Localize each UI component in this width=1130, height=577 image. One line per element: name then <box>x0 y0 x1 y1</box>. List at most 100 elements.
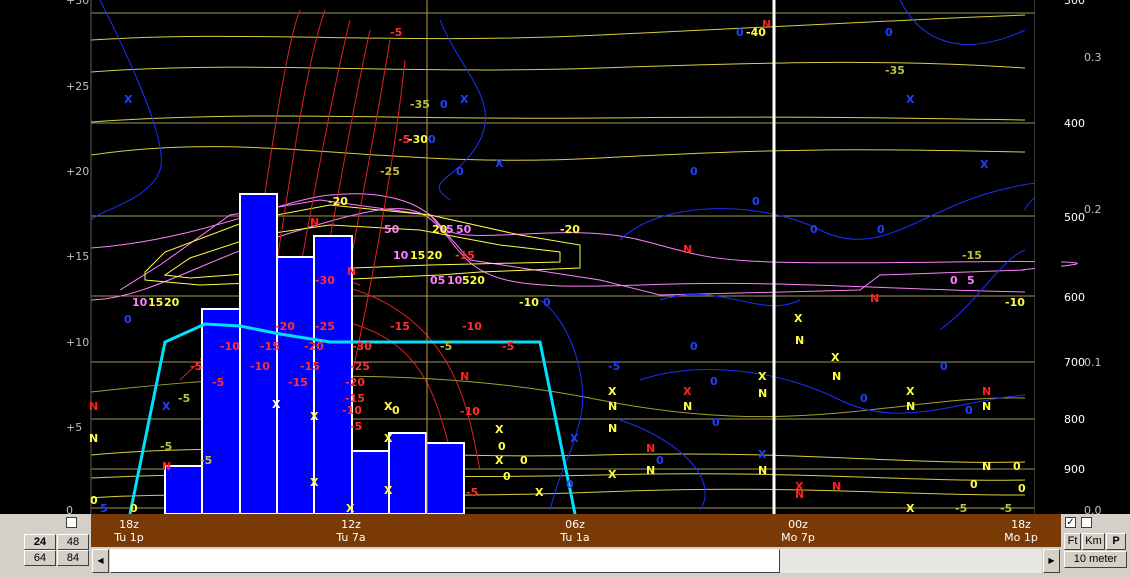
pressure-button[interactable]: P <box>1106 533 1126 550</box>
secondary-axis-tick: 0.2 <box>1084 203 1102 216</box>
svg-text:N: N <box>832 370 841 383</box>
pressure-tick: 500 <box>1064 211 1085 224</box>
svg-text:X: X <box>495 157 504 170</box>
svg-text:X: X <box>608 385 617 398</box>
svg-text:-25: -25 <box>350 360 370 373</box>
svg-text:0: 0 <box>970 478 978 491</box>
svg-text:0: 0 <box>1018 482 1026 495</box>
svg-text:N: N <box>795 488 804 501</box>
precip-bar-0 <box>164 465 203 514</box>
svg-text:0: 0 <box>124 313 132 326</box>
svg-text:X: X <box>272 398 281 411</box>
svg-text:520: 520 <box>462 274 485 287</box>
hours-64-button[interactable]: 64 <box>24 550 56 566</box>
right-checkbox[interactable] <box>1081 517 1092 528</box>
svg-text:20: 20 <box>427 249 443 262</box>
svg-text:0: 0 <box>498 440 506 453</box>
svg-text:N: N <box>906 400 915 413</box>
time-label-0: 18z Tu 1p <box>114 518 144 544</box>
svg-text:15: 15 <box>148 296 163 309</box>
svg-text:20: 20 <box>164 296 180 309</box>
svg-text:0: 0 <box>690 340 698 353</box>
svg-text:N: N <box>762 18 771 31</box>
svg-text:0: 0 <box>1013 460 1021 473</box>
svg-text:-5: -5 <box>390 26 402 39</box>
svg-text:X: X <box>384 400 393 413</box>
svg-text:N: N <box>870 292 879 305</box>
hours-24-button[interactable]: 24 <box>24 534 56 550</box>
svg-text:-10: -10 <box>462 320 482 333</box>
svg-text:N: N <box>758 387 767 400</box>
km-button[interactable]: Km <box>1082 533 1105 550</box>
svg-text:5: 5 <box>967 274 975 287</box>
time-label-4: 18z Mo 1p <box>1004 518 1038 544</box>
svg-text:0: 0 <box>940 360 948 373</box>
svg-text:50: 50 <box>456 223 472 236</box>
svg-text:N: N <box>832 480 841 493</box>
svg-text:10: 10 <box>447 274 463 287</box>
svg-text:-5: -5 <box>212 376 224 389</box>
svg-text:N: N <box>347 265 356 278</box>
level-select[interactable]: 10 meter <box>1064 551 1127 568</box>
scroll-thumb[interactable] <box>110 549 780 573</box>
svg-text:-25: -25 <box>380 165 400 178</box>
svg-text:X: X <box>570 432 579 445</box>
precip-bar-5 <box>351 450 390 514</box>
svg-text:0: 0 <box>860 392 868 405</box>
left-axis-tick: +25 <box>66 80 89 93</box>
left-axis-tick: 0 <box>66 504 73 514</box>
svg-text:-5: -5 <box>350 420 362 433</box>
svg-text:0: 0 <box>965 404 973 417</box>
svg-text:0: 0 <box>736 26 744 39</box>
svg-text:-5: -5 <box>466 486 478 499</box>
svg-text:0: 0 <box>950 274 958 287</box>
svg-text:N: N <box>89 432 98 445</box>
svg-text:X: X <box>831 351 840 364</box>
svg-text:X: X <box>124 93 133 106</box>
precip-bar-6 <box>388 432 427 514</box>
svg-text:X: X <box>608 468 617 481</box>
time-label-2: 06z Tu 1a <box>560 518 590 544</box>
hours-48-button[interactable]: 48 <box>57 534 89 550</box>
svg-text:-5: -5 <box>160 440 172 453</box>
scroll-track[interactable] <box>110 549 1042 573</box>
svg-text:N: N <box>89 400 98 413</box>
time-label-3: 00z Mo 7p <box>781 518 815 544</box>
scroll-left-arrow-icon[interactable]: ◀ <box>92 549 109 573</box>
right-checkbox-checked[interactable]: ✓ <box>1065 517 1076 528</box>
svg-text:X: X <box>906 385 915 398</box>
svg-text:-20: -20 <box>275 320 295 333</box>
scroll-right-arrow-icon[interactable]: ▶ <box>1043 549 1060 573</box>
left-axis-tick: +5 <box>66 421 82 434</box>
svg-text:-20: -20 <box>304 340 324 353</box>
hours-84-button[interactable]: 84 <box>57 550 89 566</box>
left-axis-tick: +20 <box>66 165 89 178</box>
svg-text:-5: -5 <box>1000 502 1012 514</box>
svg-text:-10: -10 <box>250 360 270 373</box>
svg-text:-10: -10 <box>342 404 362 417</box>
svg-text:-5: -5 <box>440 340 452 353</box>
svg-text:X: X <box>758 370 767 383</box>
feet-button[interactable]: Ft <box>1064 533 1081 550</box>
svg-text:0: 0 <box>752 195 760 208</box>
svg-text:-30: -30 <box>408 133 428 146</box>
svg-text:-5: -5 <box>190 360 202 373</box>
time-scrollbar[interactable]: ◀ ▶ <box>91 547 1061 577</box>
svg-text:-10: -10 <box>460 405 480 418</box>
svg-text:N: N <box>310 216 319 229</box>
svg-text:-35: -35 <box>410 98 430 111</box>
svg-text:0: 0 <box>428 133 436 146</box>
right-controls: ✓ Ft Km P 10 meter <box>1061 514 1130 577</box>
svg-text:-15: -15 <box>260 340 280 353</box>
left-checkbox[interactable] <box>66 517 77 528</box>
svg-text:0: 0 <box>885 26 893 39</box>
svg-text:0: 0 <box>440 98 448 111</box>
secondary-axis-tick: 0.1 <box>1084 356 1102 369</box>
svg-text:0: 0 <box>656 454 664 467</box>
svg-text:0: 0 <box>543 296 551 309</box>
svg-text:N: N <box>758 464 767 477</box>
svg-text:0: 0 <box>710 375 718 388</box>
svg-text:N: N <box>683 400 692 413</box>
svg-text:X: X <box>346 502 355 514</box>
svg-text:X: X <box>310 476 319 489</box>
